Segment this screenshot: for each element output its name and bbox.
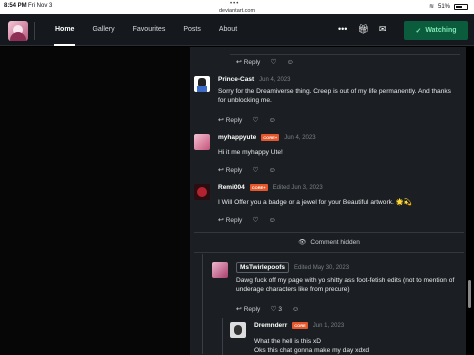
reaction-icon[interactable]: ☺ — [269, 117, 276, 124]
comment-username[interactable]: myhappyute — [218, 134, 256, 141]
reaction-icon[interactable]: ☺ — [269, 167, 276, 174]
reply-icon: ↩ — [218, 167, 224, 174]
more-icon[interactable]: ••• — [338, 24, 347, 35]
battery-icon — [454, 3, 468, 10]
comment-actions: ↩ Reply ♡ 3 ☺ — [236, 305, 299, 314]
reaction-icon[interactable]: ☺ — [287, 59, 294, 66]
avatar[interactable] — [230, 322, 246, 338]
comment-actions: ↩ Reply ♡ ☺ — [218, 216, 276, 225]
comment-text: Sorry for the Dreamiverse thing. Creep i… — [218, 88, 451, 104]
reply-icon: ↩ — [218, 217, 224, 224]
like-icon: ♡ — [270, 306, 277, 313]
comment-date[interactable]: Edited Jun 3, 2023 — [273, 185, 323, 191]
reply-button[interactable]: ↩ Reply — [218, 166, 242, 174]
tab-posts[interactable]: Posts — [174, 14, 210, 46]
like-icon[interactable]: ♡ — [252, 216, 258, 224]
like-icon[interactable]: ♡ — [252, 166, 258, 174]
comment-actions: ↩ Reply ♡ ☺ — [218, 116, 276, 125]
tab-about[interactable]: About — [210, 14, 246, 46]
like-icon[interactable]: ♡ — [252, 116, 258, 124]
reaction-icon[interactable]: ☺ — [269, 217, 276, 224]
hidden-label: Comment hidden — [310, 238, 360, 246]
wifi-icon: ≋ — [428, 4, 434, 10]
tab-gallery[interactable]: Gallery — [83, 14, 123, 46]
avatar[interactable] — [212, 262, 228, 278]
comment-username[interactable]: Prince-Cast — [218, 76, 254, 83]
comment-actions: ↩ Reply ♡ ☺ — [218, 166, 276, 175]
comment-date[interactable]: Jun 4, 2023 — [259, 77, 290, 83]
thread-line — [222, 318, 223, 355]
reply-button[interactable]: ↩ Reply — [218, 216, 242, 224]
avatar[interactable] — [194, 134, 210, 150]
comment-line: Oks this chat gonna make my day xdxd — [254, 347, 370, 354]
comment-username[interactable]: MsTwirlepoofs — [236, 262, 290, 273]
profile-navbar: Home Gallery Favourites Posts About ••• … — [0, 14, 474, 46]
reaction-icon[interactable]: ☺ — [292, 306, 299, 313]
divider — [194, 232, 464, 233]
watching-button[interactable]: ✓ Watching — [404, 21, 468, 40]
multitask-dots-icon[interactable]: ••• — [230, 1, 239, 7]
reply-button[interactable]: ↩ Reply — [236, 58, 260, 66]
like-icon[interactable]: ♡ — [270, 58, 276, 66]
divider — [230, 54, 460, 55]
like-button[interactable]: ♡ 3 — [270, 305, 282, 313]
core-badge: CORE — [292, 322, 308, 329]
like-count: 3 — [278, 306, 283, 313]
comment-date[interactable]: Jun 1, 2023 — [313, 323, 344, 329]
comment-text: Dawg fuck off my page with yo shitty ass… — [236, 277, 455, 293]
nav-divider — [34, 22, 35, 40]
hidden-comment-toggle[interactable]: 👁︎ Comment hidden — [194, 236, 464, 248]
reply-icon: ↩ — [218, 117, 224, 124]
tab-home[interactable]: Home — [46, 14, 83, 46]
battery-percent: 51% — [437, 3, 450, 10]
comment-username[interactable]: Remi004 — [218, 184, 245, 191]
tab-favourites[interactable]: Favourites — [124, 14, 175, 46]
scrollbar[interactable] — [468, 280, 471, 308]
watching-label: Watching — [425, 27, 457, 34]
check-icon: ✓ — [415, 27, 422, 35]
mail-icon[interactable]: ✉ — [379, 24, 387, 35]
reply-icon: ↩ — [236, 59, 242, 66]
avatar[interactable] — [194, 184, 210, 200]
status-bar: 8:54 PM Fri Nov 3 ••• deviantart.com ≋ 5… — [0, 0, 474, 14]
divider — [194, 252, 464, 253]
comment-username[interactable]: Dremnderr — [254, 322, 287, 329]
left-panel — [0, 47, 190, 355]
profile-tabs: Home Gallery Favourites Posts About — [46, 14, 246, 46]
avatar[interactable] — [194, 76, 210, 92]
comment-text: What the hell is this xD Oks this chat g… — [254, 337, 474, 355]
reply-button[interactable]: ↩ Reply — [218, 116, 242, 124]
comment-date[interactable]: Edited May 30, 2023 — [294, 265, 349, 271]
comment-text: I Will Offer you a badge or a jewel for … — [218, 199, 413, 206]
core-badge: CORE+ — [249, 184, 268, 191]
eye-icon: 👁︎ — [298, 239, 307, 246]
comment-date[interactable]: Jun 4, 2023 — [284, 135, 315, 141]
thread-line — [202, 254, 203, 354]
reply-icon: ↩ — [236, 306, 242, 313]
comment-line: What the hell is this xD — [254, 338, 322, 345]
profile-avatar[interactable] — [8, 21, 28, 41]
gift-icon[interactable]: 🎁︎ — [357, 24, 368, 35]
comment-actions: ↩ Reply ♡ ☺ — [236, 58, 294, 67]
core-badge: CORE+ — [261, 134, 280, 141]
comment-text: Hi it me myhappy Ute! — [218, 149, 283, 156]
reply-button[interactable]: ↩ Reply — [236, 305, 260, 313]
